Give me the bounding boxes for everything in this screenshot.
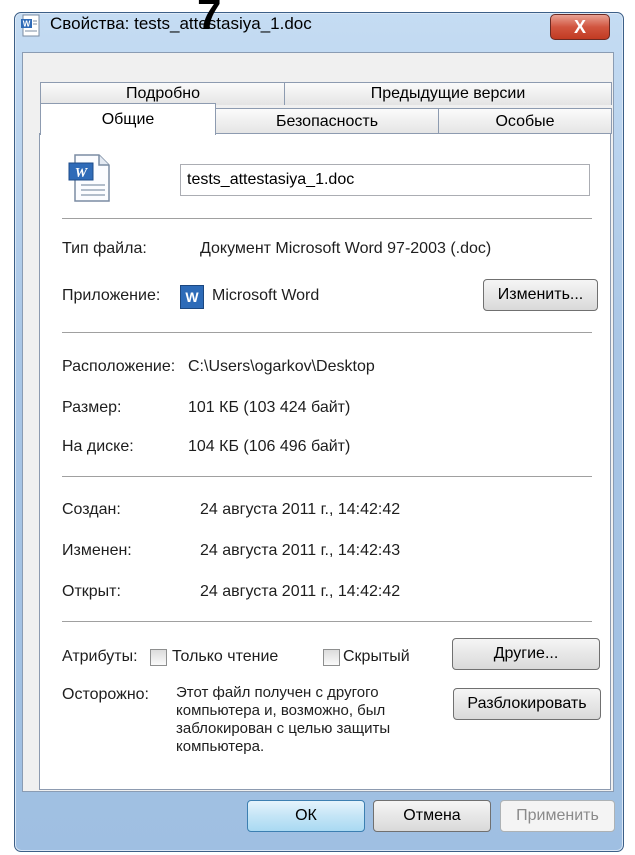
separator [62,476,592,478]
svg-text:W: W [75,166,89,181]
readonly-checkbox[interactable] [150,649,167,666]
svg-text:W: W [23,20,31,29]
word-app-icon: W [180,285,204,309]
tab-details[interactable]: Подробно [40,82,286,105]
filename-field[interactable]: tests_attestasiya_1.doc [180,164,590,196]
accessed-value: 24 августа 2011 г., 14:42:42 [200,583,401,600]
unblock-button[interactable]: Разблокировать [453,688,601,720]
advanced-button[interactable]: Другие... [452,638,600,670]
attributes-label: Атрибуты: [62,648,138,665]
window-title: Свойства: tests_attestasiya_1.doc [50,14,312,33]
separator [62,218,592,220]
tab-general[interactable]: Общие [40,103,216,135]
change-button[interactable]: Изменить... [483,279,598,311]
tab-security[interactable]: Безопасность [214,108,440,134]
cancel-button[interactable]: Отмена [373,800,491,832]
application-label: Приложение: [62,287,161,304]
tab-custom[interactable]: Особые [438,108,612,134]
ok-button[interactable]: ОК [247,800,365,832]
close-button[interactable]: X [550,14,610,40]
location-value: C:\Users\ogarkov\Desktop [188,358,375,375]
tab-previous-versions[interactable]: Предыдущие версии [284,82,612,105]
warning-label: Осторожно: [62,686,149,703]
hidden-checkbox[interactable] [323,649,340,666]
location-label: Расположение: [62,358,176,375]
slide-number-overlay: 7 [197,0,222,39]
size-value: 101 КБ (103 424 байт) [188,399,351,416]
created-value: 24 августа 2011 г., 14:42:42 [200,501,401,518]
separator [62,621,592,623]
word-document-icon: W [21,14,40,37]
security-warning-text: Этот файл получен с другого компьютера и… [176,684,391,755]
hidden-label[interactable]: Скрытый [343,648,410,666]
application-value: Microsoft Word [212,287,320,304]
apply-button[interactable]: Применить [500,800,615,832]
word-file-icon: W [68,154,110,202]
size-label: Размер: [62,399,122,416]
created-label: Создан: [62,501,121,518]
file-type-value: Документ Microsoft Word 97-2003 (.doc) [200,240,492,257]
size-on-disk-value: 104 КБ (106 496 байт) [188,438,351,455]
modified-value: 24 августа 2011 г., 14:42:43 [200,542,401,559]
accessed-label: Открыт: [62,583,121,600]
file-type-label: Тип файла: [62,240,147,257]
readonly-label[interactable]: Только чтение [172,648,278,666]
size-on-disk-label: На диске: [62,438,134,455]
separator [62,332,592,334]
modified-label: Изменен: [62,542,132,559]
